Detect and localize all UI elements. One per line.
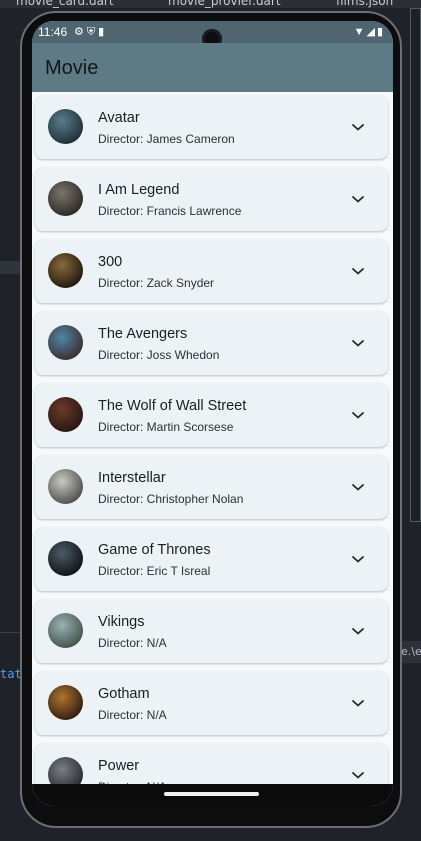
movie-card[interactable]: The Wolf of Wall Street Director: Martin … [35,383,388,447]
chevron-down-icon[interactable] [351,626,365,636]
ide-tab-films-json[interactable]: films.json [336,0,393,8]
movie-director: Director: Martin Scorsese [98,420,234,434]
chevron-down-icon[interactable] [351,194,365,204]
sd-card-icon: ▮ [98,26,108,38]
gear-icon: ⚙ [74,26,87,38]
movie-card[interactable]: The Avengers Director: Joss Whedon [35,311,388,375]
movie-poster-avatar [48,397,83,432]
movie-poster-avatar [48,613,83,648]
ide-highlight-line [0,261,20,274]
movie-card[interactable]: PowerDirector: N/A [35,743,388,784]
shield-icon: ⛨ [86,26,99,38]
movie-title: Vikings [98,614,145,630]
ide-tab-movie-card[interactable]: movie_card.dart [16,0,114,8]
movie-poster-avatar [48,685,83,720]
status-time: 11:46 [38,25,68,39]
movie-title: Gotham [98,686,150,702]
ide-divider [0,632,20,633]
movie-card[interactable]: 300 Director: Zack Snyder [35,239,388,303]
movie-card[interactable]: Avatar Director: James Cameron [35,95,388,159]
chevron-down-icon[interactable] [351,266,365,276]
chevron-down-icon[interactable] [351,554,365,564]
navigation-bar [32,784,393,806]
ide-tab-bar: movie_card.dart movie_provier.dart films… [0,0,421,8]
chevron-down-icon[interactable] [351,698,365,708]
ide-right-panel [410,8,421,522]
movie-director: Director: Zack Snyder [98,276,215,290]
movie-director: Director: Christopher Nolan [98,492,244,506]
chevron-down-icon[interactable] [351,122,365,132]
movie-list[interactable]: Avatar Director: James Cameron I Am Legend… [32,92,393,784]
movie-poster-avatar [48,325,83,360]
movie-director: Director: N/A [98,708,167,722]
phone-screen: 11:46 ⚙⛨▮ ▼◢▮ Movie Avatar Director: Jame… [32,21,393,806]
movie-title: Power [98,758,140,774]
movie-poster-avatar [48,253,83,288]
movie-card[interactable]: Gotham Director: N/A [35,671,388,735]
movie-card[interactable]: Interstellar Director: Christopher Nolan [35,455,388,519]
movie-director: Director: James Cameron [98,132,235,146]
movie-title: Avatar [98,110,140,126]
app-bar: Movie [32,43,393,92]
movie-director: Director: Francis Lawrence [98,204,242,218]
wifi-icon: ▼ [353,26,367,38]
chevron-down-icon[interactable] [351,482,365,492]
movie-card[interactable]: Vikings Director: N/A [35,599,388,663]
movie-director: Director: N/A [98,636,167,650]
movie-card[interactable]: I Am Legend Director: Francis Lawrence [35,167,388,231]
ide-right-text: e.\e [401,641,421,663]
movie-title: The Avengers [98,326,188,342]
battery-icon: ▮ [376,26,385,38]
ide-code-text: tat [0,667,22,681]
movie-poster-avatar [48,469,83,504]
movie-title: I Am Legend [98,182,180,198]
movie-title: The Wolf of Wall Street [98,398,247,414]
chevron-down-icon[interactable] [351,770,365,780]
chevron-down-icon[interactable] [351,338,365,348]
movie-poster-avatar [48,181,83,216]
movie-poster-avatar [48,109,83,144]
movie-card[interactable]: Game of Thrones Director: Eric T Isreal [35,527,388,591]
movie-title: 300 [98,254,123,270]
page-title: Movie [45,57,99,79]
movie-poster-avatar [48,757,83,784]
movie-title: Interstellar [98,470,166,486]
home-gesture-pill[interactable] [164,792,259,796]
ide-tab-movie-provier[interactable]: movie_provier.dart [168,0,281,8]
movie-director: Director: Joss Whedon [98,348,220,362]
signal-icon: ◢ [366,26,377,38]
movie-director: Director: Eric T Isreal [98,564,211,578]
status-icons-right: ▼◢▮ [354,25,385,38]
status-icons-left: ⚙⛨▮ [74,25,107,39]
chevron-down-icon[interactable] [351,410,365,420]
movie-poster-avatar [48,541,83,576]
movie-title: Game of Thrones [98,542,211,558]
